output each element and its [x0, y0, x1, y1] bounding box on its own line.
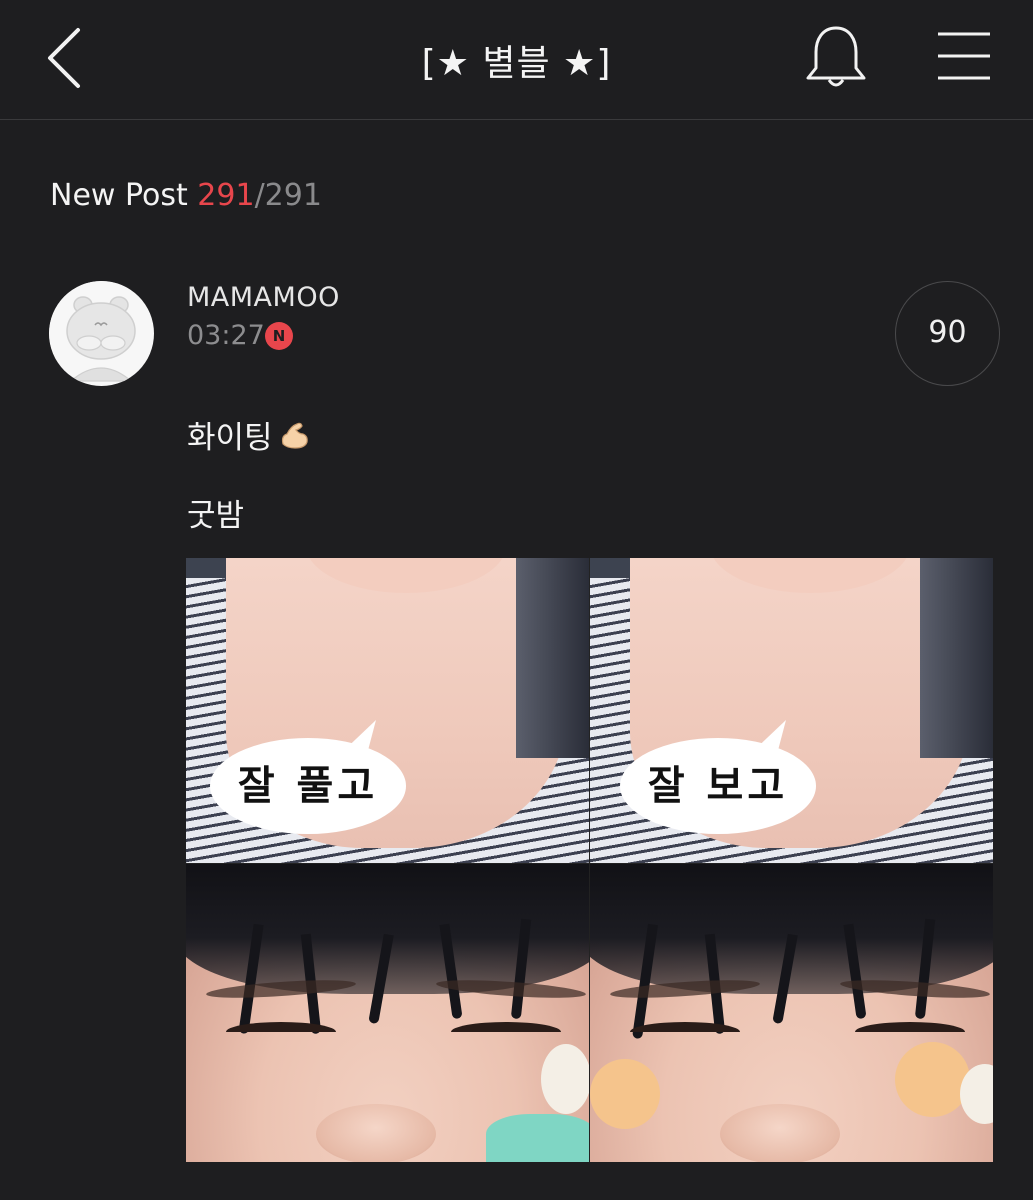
new-post-counter: New Post 291/291: [50, 178, 322, 213]
sticker-icon: [895, 1042, 970, 1117]
post-text-line: 화이팅: [187, 412, 311, 460]
new-badge: N: [265, 322, 293, 350]
image-panel-top-right: 잘 보고: [590, 558, 993, 863]
menu-button[interactable]: [936, 30, 992, 82]
post-text-line-1: 화이팅: [187, 420, 273, 456]
sticker-icon: [590, 1059, 660, 1129]
hamburger-menu-icon: [938, 32, 990, 80]
avatar[interactable]: [49, 281, 154, 386]
flexed-biceps-icon: [277, 418, 311, 460]
notification-button[interactable]: [800, 22, 872, 92]
image-panel-bottom-left: [186, 864, 589, 1162]
post-author[interactable]: MAMAMOO: [187, 282, 340, 313]
top-bar: [★ 별블 ★]: [0, 0, 1033, 120]
new-post-separator: /: [254, 178, 265, 213]
post-text-line-2: 굿밤: [187, 498, 245, 534]
comment-count-button[interactable]: 90: [895, 281, 1000, 386]
bubble-tail-right: [746, 720, 786, 758]
new-post-total: 291: [264, 178, 322, 213]
bell-icon: [806, 26, 866, 87]
post-image[interactable]: 잘 풀고 잘 보고: [186, 558, 993, 1162]
bubble-tail-left: [336, 720, 376, 758]
image-panel-top-left: 잘 풀고: [186, 558, 589, 863]
avatar-character-icon: [49, 281, 153, 385]
new-post-current: 291: [197, 178, 255, 213]
page-title: [★ 별블 ★]: [421, 43, 612, 84]
new-post-label: New Post: [50, 178, 188, 213]
post-time: 03:27: [187, 320, 265, 351]
image-panel-bottom-right: [590, 864, 993, 1162]
bubble-text-left: 잘 풀고: [237, 763, 379, 809]
bubble-text-right: 잘 보고: [647, 763, 789, 809]
